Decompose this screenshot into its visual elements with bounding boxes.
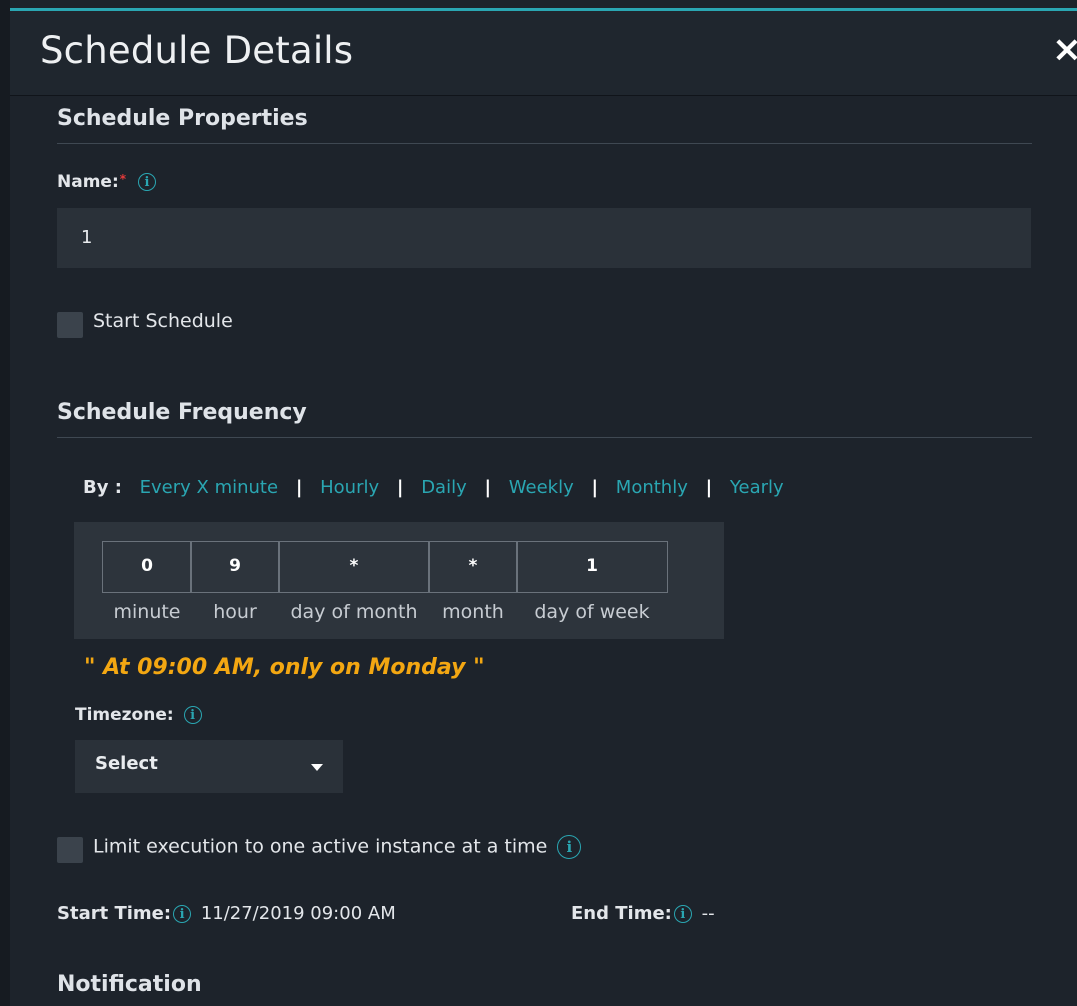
- option-separator: |: [396, 477, 404, 498]
- section-divider: [57, 437, 1032, 438]
- option-every-x-minute[interactable]: Every X minute: [140, 477, 278, 498]
- cron-month-field[interactable]: *: [428, 541, 518, 593]
- start-schedule-checkbox[interactable]: [57, 312, 83, 338]
- start-time-label: Start Time:: [57, 903, 172, 924]
- close-icon[interactable]: ×: [1050, 32, 1077, 68]
- section-title-frequency: Schedule Frequency: [57, 400, 307, 425]
- timezone-label-text: Timezone:: [75, 705, 174, 725]
- section-divider: [57, 143, 1032, 144]
- option-hourly[interactable]: Hourly: [320, 477, 379, 498]
- start-time-value: 11/27/2019 09:00 AM: [200, 903, 396, 924]
- cron-day-of-week-field[interactable]: 1: [516, 541, 668, 593]
- caret-down-icon: [311, 764, 323, 771]
- option-monthly[interactable]: Monthly: [616, 477, 688, 498]
- option-yearly[interactable]: Yearly: [730, 477, 784, 498]
- cron-description: " At 09:00 AM, only on Monday ": [84, 655, 485, 680]
- end-time-row: End Time: i --: [571, 903, 715, 924]
- cron-day-of-month-label: day of month: [290, 601, 418, 623]
- panel-left-edge: [0, 0, 10, 1006]
- cron-hour-label: hour: [213, 601, 257, 623]
- schedule-details-panel: Schedule Details × Schedule Properties N…: [0, 0, 1077, 1006]
- info-icon[interactable]: i: [137, 173, 156, 191]
- end-time-value: --: [701, 903, 715, 924]
- info-icon[interactable]: i: [557, 835, 582, 859]
- name-label-text: Name:: [57, 172, 119, 192]
- option-daily[interactable]: Daily: [421, 477, 467, 498]
- required-marker: *: [119, 172, 127, 186]
- cron-minute-field[interactable]: 0: [102, 541, 192, 593]
- limit-execution-checkbox[interactable]: [57, 837, 83, 863]
- info-icon[interactable]: i: [173, 905, 192, 923]
- start-schedule-label[interactable]: Start Schedule: [93, 310, 233, 332]
- frequency-by-row: By : Every X minute | Hourly | Daily | W…: [83, 477, 784, 498]
- cron-month-label: month: [442, 601, 504, 623]
- timezone-label: Timezone: i: [75, 705, 202, 725]
- name-label: Name:* i: [57, 172, 156, 192]
- option-weekly[interactable]: Weekly: [509, 477, 574, 498]
- cron-expression-box: 0 9 * * 1 minute hour day of month month…: [74, 522, 724, 639]
- limit-execution-label[interactable]: Limit execution to one active instance a…: [93, 836, 547, 858]
- section-title-properties: Schedule Properties: [57, 106, 308, 131]
- cron-day-of-month-field[interactable]: *: [278, 541, 430, 593]
- cron-day-of-week-label: day of week: [534, 601, 650, 623]
- option-separator: |: [484, 477, 492, 498]
- start-time-row: Start Time: i 11/27/2019 09:00 AM: [57, 903, 396, 924]
- cron-hour-field[interactable]: 9: [190, 541, 280, 593]
- option-separator: |: [591, 477, 599, 498]
- cron-minute-label: minute: [113, 601, 181, 623]
- page-title: Schedule Details: [40, 29, 354, 72]
- name-input[interactable]: 1: [57, 208, 1031, 268]
- info-icon[interactable]: i: [673, 905, 692, 923]
- section-title-notification: Notification: [57, 972, 202, 997]
- option-separator: |: [705, 477, 713, 498]
- end-time-label: End Time:: [571, 903, 672, 924]
- by-label: By :: [83, 477, 122, 498]
- option-separator: |: [295, 477, 303, 498]
- timezone-select-value: Select: [95, 753, 158, 774]
- info-icon[interactable]: i: [183, 706, 202, 724]
- limit-execution-row: Limit execution to one active instance a…: [93, 835, 582, 859]
- panel-header: Schedule Details ×: [10, 11, 1077, 96]
- timezone-select[interactable]: Select: [75, 740, 343, 793]
